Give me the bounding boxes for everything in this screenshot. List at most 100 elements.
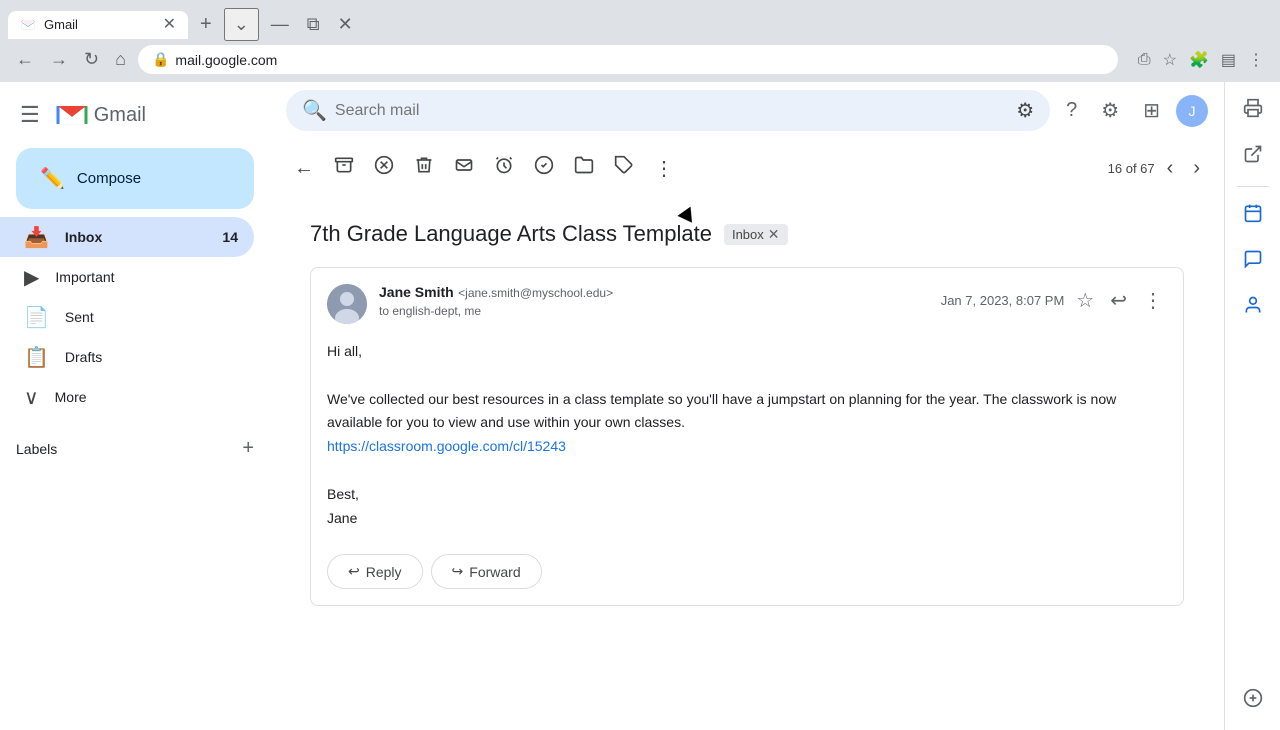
contacts-panel-button[interactable]: [1235, 287, 1271, 329]
calendar-panel-button[interactable]: [1235, 195, 1271, 237]
sidebar-item-more[interactable]: ∨ More: [0, 377, 254, 417]
reply-icon: ↩: [348, 563, 360, 580]
search-bar[interactable]: 🔍 ⚙: [286, 90, 1050, 131]
email-toolbar: ←: [286, 139, 1208, 197]
email-actions: ↩ Reply ↪ Forward: [327, 554, 1167, 589]
next-email-button[interactable]: ›: [1185, 149, 1208, 188]
print-button[interactable]: [1235, 90, 1271, 132]
extensions-button[interactable]: 🧩: [1185, 46, 1213, 74]
bookmark-button[interactable]: ☆: [1159, 46, 1181, 74]
forward-button[interactable]: ↪ Forward: [431, 554, 542, 589]
report-spam-button[interactable]: [366, 147, 402, 189]
back-button[interactable]: ←: [12, 45, 38, 74]
search-area: 🔍 ⚙ ? ⚙ ⊞ J: [270, 82, 1224, 139]
archive-button[interactable]: [326, 147, 362, 189]
browser-menu-button[interactable]: ⋮: [1244, 46, 1268, 74]
window-restore-button[interactable]: ⧉: [299, 12, 328, 37]
apps-button[interactable]: ⊞: [1135, 90, 1168, 131]
prev-email-button[interactable]: ‹: [1159, 149, 1182, 188]
tab-overflow-button[interactable]: ⌄: [224, 8, 259, 41]
window-close-button[interactable]: ✕: [330, 12, 361, 37]
help-button[interactable]: ?: [1058, 91, 1085, 130]
compose-icon: ✏️: [40, 166, 65, 191]
browser-tab[interactable]: Gmail ✕: [8, 11, 188, 39]
label-button[interactable]: [606, 147, 642, 189]
sender-email: <jane.smith@myschool.edu>: [458, 286, 613, 300]
sidebar-item-sent-label: Sent: [65, 309, 238, 325]
address-bar-input[interactable]: 🔒 mail.google.com: [138, 45, 1118, 74]
home-button[interactable]: ⌂: [111, 45, 130, 74]
window-minimize-button[interactable]: —: [263, 12, 297, 37]
address-text: mail.google.com: [175, 52, 1103, 68]
sidebar-item-important[interactable]: ▶ Important: [0, 257, 254, 297]
compose-button[interactable]: ✏️ Compose: [16, 148, 254, 209]
sidebar-item-inbox-label: Inbox: [65, 229, 207, 245]
reload-button[interactable]: ↻: [80, 45, 103, 74]
email-date: Jan 7, 2023, 8:07 PM: [941, 293, 1065, 308]
add-panel-button[interactable]: [1235, 680, 1271, 722]
add-task-button[interactable]: [526, 147, 562, 189]
gmail-text: Gmail: [94, 104, 146, 127]
sidebar-nav: 📥 Inbox 14 ▶ Important 📄 Sent 📋 Drafts ∨…: [0, 217, 270, 417]
compose-label: Compose: [77, 170, 141, 187]
search-filter-button[interactable]: ⚙: [1016, 98, 1034, 123]
email-body: Hi all, We've collected our best resourc…: [327, 340, 1167, 530]
tab-close-button[interactable]: ✕: [163, 17, 176, 33]
star-email-button[interactable]: ☆: [1072, 284, 1098, 317]
open-in-new-button[interactable]: [1235, 136, 1271, 178]
search-icon: 🔍: [302, 98, 327, 123]
reply-button[interactable]: ↩ Reply: [327, 554, 423, 589]
labels-title: Labels: [16, 441, 57, 457]
important-icon: ▶: [24, 265, 39, 290]
email-message-header: Jane Smith <jane.smith@myschool.edu> to …: [327, 284, 1167, 324]
back-to-inbox-button[interactable]: ←: [286, 149, 322, 188]
email-message: Jane Smith <jane.smith@myschool.edu> to …: [310, 267, 1184, 606]
browser-sidebar-button[interactable]: ▤: [1217, 46, 1240, 74]
forward-button[interactable]: →: [46, 45, 72, 74]
email-subject-row: 7th Grade Language Arts Class Template I…: [310, 221, 1184, 247]
sender-name: Jane Smith: [379, 284, 454, 300]
sidebar-item-sent[interactable]: 📄 Sent: [0, 297, 254, 337]
labels-add-button[interactable]: +: [242, 437, 254, 460]
share-button[interactable]: ⎙: [1134, 47, 1155, 73]
forward-label: Forward: [469, 564, 520, 580]
email-closing: Best,: [327, 483, 1167, 507]
delete-button[interactable]: [406, 147, 442, 189]
labels-header: Labels +: [16, 433, 254, 464]
new-tab-button[interactable]: +: [192, 9, 220, 40]
email-thread: 7th Grade Language Arts Class Template I…: [286, 197, 1208, 630]
inbox-tag-remove-button[interactable]: ✕: [768, 226, 780, 243]
sender-avatar: [327, 284, 367, 324]
move-to-button[interactable]: [566, 147, 602, 189]
user-avatar[interactable]: J: [1176, 95, 1208, 127]
labels-section: Labels +: [0, 425, 270, 472]
sender-name-row: Jane Smith <jane.smith@myschool.edu>: [379, 284, 929, 302]
main-content: 🔍 ⚙ ? ⚙ ⊞ J ←: [270, 82, 1224, 730]
more-chevron-icon: ∨: [24, 385, 39, 410]
reply-label: Reply: [366, 564, 402, 580]
more-actions-button[interactable]: ⋮: [646, 148, 682, 189]
sidebar-item-drafts-label: Drafts: [65, 349, 238, 365]
pagination-info: 16 of 67: [1108, 161, 1155, 176]
sender-info: Jane Smith <jane.smith@myschool.edu> to …: [379, 284, 929, 318]
pagination-nav: ‹ ›: [1159, 149, 1208, 188]
reply-quick-button[interactable]: ↩: [1106, 284, 1131, 317]
sidebar-item-inbox[interactable]: 📥 Inbox 14: [0, 217, 254, 257]
inbox-tag-label: Inbox: [732, 227, 764, 242]
tab-favicon: [20, 17, 36, 33]
drafts-icon: 📋: [24, 345, 49, 370]
email-view: ←: [270, 139, 1224, 730]
sidebar-item-drafts[interactable]: 📋 Drafts: [0, 337, 254, 377]
sidebar-item-more-label: More: [55, 389, 238, 405]
hamburger-button[interactable]: ☰: [16, 98, 44, 132]
search-input[interactable]: [335, 102, 1008, 120]
mark-unread-button[interactable]: [446, 147, 482, 189]
forward-icon: ↪: [452, 563, 464, 580]
more-email-options-button[interactable]: ⋮: [1139, 284, 1167, 317]
sidebar: ☰ Gmail ✏️ Compose: [0, 82, 270, 730]
settings-button[interactable]: ⚙: [1093, 90, 1127, 131]
email-paragraph: We've collected our best resources in a …: [327, 388, 1167, 436]
chat-panel-button[interactable]: [1235, 241, 1271, 283]
snooze-button[interactable]: [486, 147, 522, 189]
email-link[interactable]: https://classroom.google.com/cl/15243: [327, 438, 566, 454]
